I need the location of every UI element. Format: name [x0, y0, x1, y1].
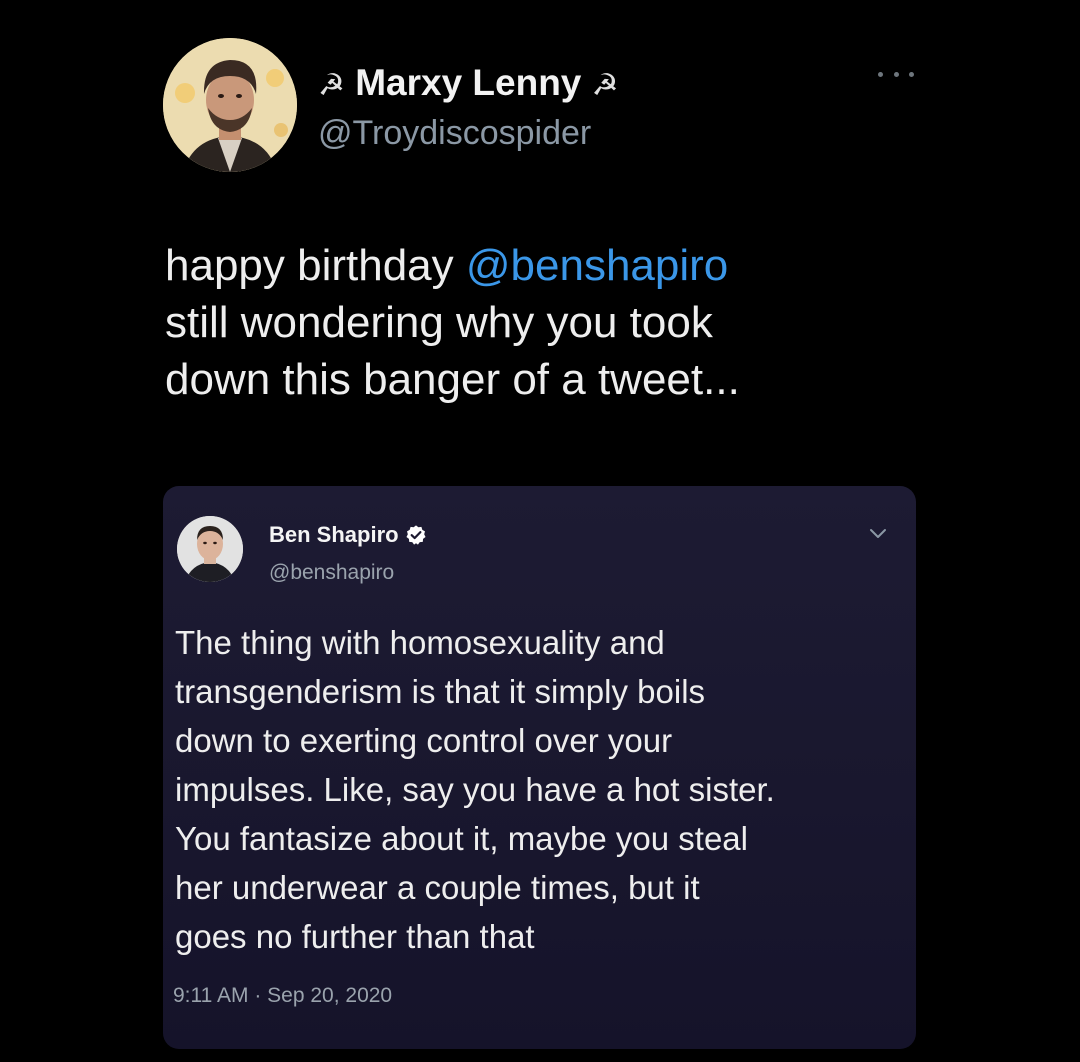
avatar-photo-icon [177, 516, 243, 582]
more-options-icon[interactable] [878, 62, 914, 86]
quoted-tweet-line: transgenderism is that it simply boils [175, 673, 706, 710]
avatar-photo-icon [163, 38, 297, 172]
quoted-tweet-line: goes no further than that [175, 918, 535, 955]
tweet-text-line: still wondering why you took [165, 298, 713, 347]
hammer-sickle-right-icon: ☭ [591, 69, 619, 102]
quoted-tweet-timestamp[interactable]: 9:11 AM · Sep 20, 2020 [173, 984, 392, 1008]
quoted-tweet-line: The thing with homosexuality and [175, 624, 665, 661]
author-info[interactable]: ☭ Marxy Lenny ☭ @Troydiscospider [318, 62, 619, 153]
mention-link[interactable]: @benshapiro [466, 241, 728, 290]
quoted-author-handle[interactable]: @benshapiro [269, 561, 394, 585]
more-dot [893, 71, 899, 77]
hammer-sickle-left-icon: ☭ [318, 69, 345, 102]
quoted-tweet-line: her underwear a couple times, but it [175, 869, 700, 906]
verified-badge-icon [406, 525, 426, 545]
chevron-down-icon[interactable] [869, 528, 887, 540]
tweet-text-segment: happy birthday [165, 241, 466, 290]
quoted-author-avatar[interactable] [177, 516, 243, 582]
author-display-name[interactable]: ☭ Marxy Lenny ☭ [318, 62, 619, 107]
quoted-tweet-text: The thing with homosexuality and transge… [175, 618, 905, 961]
quoted-author-name-row[interactable]: Ben Shapiro [269, 522, 427, 548]
tweet-time: 9:11 AM [173, 984, 249, 1007]
quoted-tweet-card[interactable]: Ben Shapiro @benshapiro The thing with h… [163, 486, 916, 1049]
meta-separator: · [248, 984, 268, 1007]
author-name-text: Marxy Lenny [355, 62, 582, 103]
tweet-text: happy birthday @benshapiro still wonderi… [165, 237, 925, 408]
quoted-tweet-line: You fantasize about it, maybe you steal [175, 820, 748, 857]
tweet-date: Sep 20, 2020 [267, 984, 393, 1007]
tweet-text-line: happy birthday @benshapiro [165, 237, 925, 294]
quoted-author-display-name[interactable]: Ben Shapiro [269, 522, 399, 548]
more-dot [878, 71, 883, 77]
quoted-tweet-line: impulses. Like, say you have a hot siste… [175, 771, 775, 808]
tweet-text-line: down this banger of a tweet... [165, 355, 740, 404]
author-handle[interactable]: @Troydiscospider [318, 113, 619, 153]
author-avatar[interactable] [163, 38, 297, 172]
tweet: ☭ Marxy Lenny ☭ @Troydiscospider happy b… [0, 0, 1080, 1062]
more-dot [909, 71, 914, 77]
quoted-tweet-line: down to exerting control over your [175, 722, 673, 759]
